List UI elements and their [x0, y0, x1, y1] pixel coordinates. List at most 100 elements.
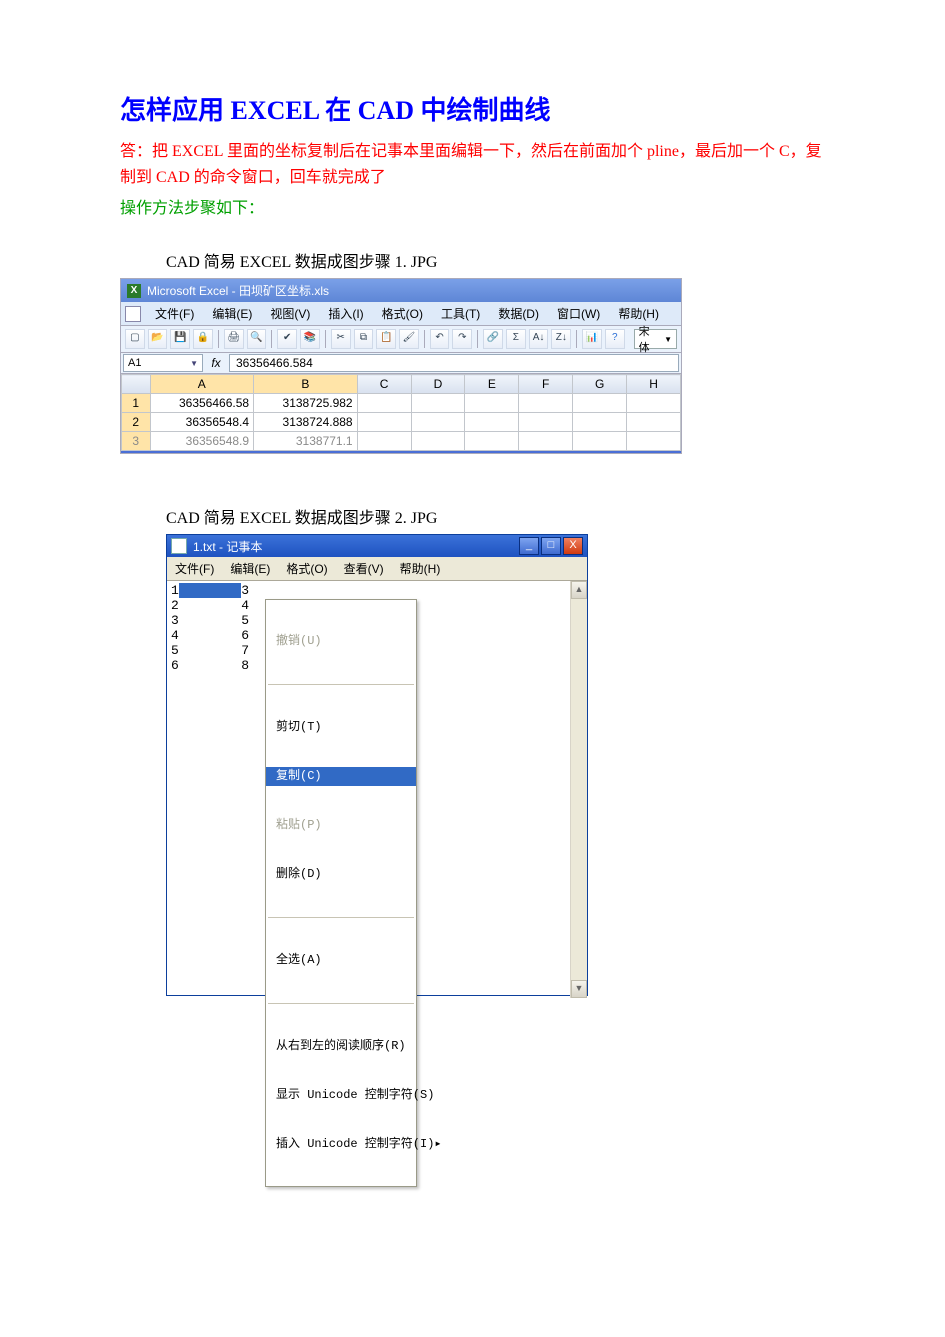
formula-bar: A1 ▼ fx 36356466.584: [121, 353, 681, 374]
np-menu-view[interactable]: 查看(V): [340, 559, 388, 578]
menu-view[interactable]: 视图(V): [266, 304, 314, 323]
notepad-textarea[interactable]: 1 3 2 4 3 5 4 6 5 7 6 8 撤销(U) 剪切(T) 复制(C…: [167, 581, 570, 998]
minimize-button[interactable]: _: [519, 537, 539, 555]
link-icon[interactable]: 🔗: [483, 329, 503, 349]
cell[interactable]: [357, 394, 411, 413]
font-selector[interactable]: 宋体 ▼: [634, 329, 677, 349]
autosum-icon[interactable]: Σ: [506, 329, 526, 349]
cell[interactable]: 36356548.4: [150, 413, 254, 432]
np-menu-format[interactable]: 格式(O): [282, 559, 331, 578]
perm-icon[interactable]: 🔒: [193, 329, 213, 349]
cell[interactable]: [627, 413, 681, 432]
col-header-H[interactable]: H: [627, 375, 681, 394]
ctx-paste[interactable]: 粘贴(P): [266, 816, 416, 835]
scroll-down-icon[interactable]: ▼: [571, 980, 587, 998]
vertical-scrollbar[interactable]: ▲ ▼: [570, 581, 587, 998]
cell[interactable]: 3138771.1: [254, 432, 358, 451]
col-header-G[interactable]: G: [573, 375, 627, 394]
spreadsheet-grid[interactable]: A B C D E F G H 1 36356466.58 3138725.98…: [121, 374, 681, 451]
menu-tools[interactable]: 工具(T): [437, 304, 484, 323]
cell[interactable]: 36356466.58: [150, 394, 254, 413]
ctx-rtl[interactable]: 从右到左的阅读顺序(R): [266, 1037, 416, 1056]
menu-data[interactable]: 数据(D): [494, 304, 543, 323]
figure-caption-2: CAD 简易 EXCEL 数据成图步骤 2. JPG: [166, 504, 825, 528]
cut-icon[interactable]: ✂: [331, 329, 351, 349]
cell[interactable]: [573, 413, 627, 432]
cell[interactable]: [411, 432, 465, 451]
col-header-F[interactable]: F: [519, 375, 573, 394]
scrollbar-track[interactable]: [571, 599, 587, 980]
menu-file[interactable]: 文件(F): [151, 304, 198, 323]
cell[interactable]: 3138724.888: [254, 413, 358, 432]
cell[interactable]: 3138725.982: [254, 394, 358, 413]
open-icon[interactable]: 📂: [148, 329, 168, 349]
undo-icon[interactable]: ↶: [430, 329, 450, 349]
np-menu-edit[interactable]: 编辑(E): [226, 559, 274, 578]
cell[interactable]: [465, 413, 519, 432]
cell[interactable]: [465, 432, 519, 451]
workbook-icon[interactable]: [125, 306, 141, 322]
redo-icon[interactable]: ↷: [452, 329, 472, 349]
paste-icon[interactable]: 📋: [376, 329, 396, 349]
col-header-D[interactable]: D: [411, 375, 465, 394]
research-icon[interactable]: 📚: [300, 329, 320, 349]
cell[interactable]: [411, 394, 465, 413]
menu-help[interactable]: 帮助(H): [614, 304, 663, 323]
menu-window[interactable]: 窗口(W): [553, 304, 604, 323]
ctx-delete[interactable]: 删除(D): [266, 865, 416, 884]
cell[interactable]: [357, 432, 411, 451]
formula-input[interactable]: 36356466.584: [229, 354, 679, 372]
sort-asc-icon[interactable]: A↓: [529, 329, 549, 349]
fx-icon[interactable]: fx: [205, 353, 227, 373]
cell[interactable]: [519, 413, 573, 432]
cell[interactable]: [465, 394, 519, 413]
toolbar-separator: [477, 330, 478, 348]
toolbar-separator: [576, 330, 577, 348]
cell[interactable]: [357, 413, 411, 432]
spell-icon[interactable]: ✔: [277, 329, 297, 349]
scroll-up-icon[interactable]: ▲: [571, 581, 587, 599]
table-row[interactable]: 2 36356548.4 3138724.888: [122, 413, 681, 432]
copy-icon[interactable]: ⧉: [354, 329, 374, 349]
ctx-copy[interactable]: 复制(C): [266, 767, 416, 786]
row-header[interactable]: 1: [122, 394, 151, 413]
name-box[interactable]: A1 ▼: [123, 354, 203, 372]
format-painter-icon[interactable]: 🖌: [399, 329, 419, 349]
np-menu-help[interactable]: 帮助(H): [396, 559, 445, 578]
row-header[interactable]: 2: [122, 413, 151, 432]
maximize-button[interactable]: □: [541, 537, 561, 555]
menu-edit[interactable]: 编辑(E): [208, 304, 256, 323]
new-icon[interactable]: ▢: [125, 329, 145, 349]
select-all-corner[interactable]: [122, 375, 151, 394]
sort-desc-icon[interactable]: Z↓: [551, 329, 571, 349]
print-icon[interactable]: 🖨: [224, 329, 244, 349]
cell[interactable]: [519, 394, 573, 413]
table-row[interactable]: 1 36356466.58 3138725.982: [122, 394, 681, 413]
cell[interactable]: [627, 394, 681, 413]
table-row[interactable]: 3 36356548.9 3138771.1: [122, 432, 681, 451]
cell[interactable]: [627, 432, 681, 451]
np-menu-file[interactable]: 文件(F): [171, 559, 218, 578]
menu-format[interactable]: 格式(O): [378, 304, 427, 323]
save-icon[interactable]: 💾: [170, 329, 190, 349]
cell[interactable]: [411, 413, 465, 432]
ctx-cut[interactable]: 剪切(T): [266, 718, 416, 737]
col-header-A[interactable]: A: [150, 375, 254, 394]
preview-icon[interactable]: 🔍: [247, 329, 267, 349]
help-icon[interactable]: ?: [605, 329, 625, 349]
cell[interactable]: [519, 432, 573, 451]
close-button[interactable]: X: [563, 537, 583, 555]
col-header-B[interactable]: B: [254, 375, 358, 394]
cell[interactable]: [573, 432, 627, 451]
ctx-insert-unicode[interactable]: 插入 Unicode 控制字符(I) ▸: [266, 1135, 416, 1154]
chart-icon[interactable]: 📊: [582, 329, 602, 349]
cell[interactable]: [573, 394, 627, 413]
col-header-C[interactable]: C: [357, 375, 411, 394]
row-header[interactable]: 3: [122, 432, 151, 451]
menu-insert[interactable]: 插入(I): [324, 304, 367, 323]
col-header-E[interactable]: E: [465, 375, 519, 394]
ctx-undo[interactable]: 撤销(U): [266, 632, 416, 651]
ctx-select-all[interactable]: 全选(A): [266, 951, 416, 970]
cell[interactable]: 36356548.9: [150, 432, 254, 451]
ctx-show-unicode[interactable]: 显示 Unicode 控制字符(S): [266, 1086, 416, 1105]
